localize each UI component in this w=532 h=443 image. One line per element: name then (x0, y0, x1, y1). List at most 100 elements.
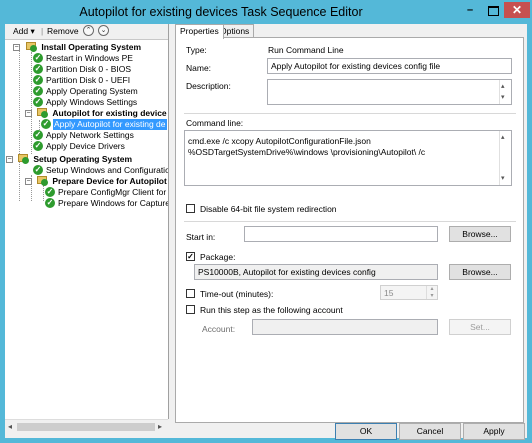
tree-group-setup-os[interactable]: − Setup Operating System (6, 154, 133, 165)
properties-page: Type: Run Command Line Name: Apply Autop… (175, 37, 524, 423)
tree-step[interactable]: ✓ Partition Disk 0 - UEFI (33, 75, 131, 86)
start-in-browse-button[interactable]: Browse... (449, 226, 511, 242)
check-icon: ✓ (33, 130, 43, 140)
check-icon: ✓ (33, 165, 43, 175)
tree-connector (19, 48, 20, 156)
check-icon: ✓ (41, 119, 51, 129)
title-bar[interactable]: Autopilot for existing devices Task Sequ… (0, 0, 532, 24)
check-icon: ✓ (33, 97, 43, 107)
account-label: Account: (202, 324, 236, 334)
minimize-button[interactable]: – (458, 2, 482, 18)
dropdown-arrow-icon: ▾ (30, 26, 35, 36)
scrollbar-thumb[interactable] (17, 423, 155, 431)
maximize-button[interactable] (482, 2, 504, 18)
run-as-checkbox[interactable] (186, 305, 195, 314)
scroll-left-icon[interactable]: ◂ (8, 422, 12, 431)
command-line-input[interactable]: cmd.exe /c xcopy AutopilotConfigurationF… (184, 130, 512, 186)
tree-step-label: Apply Operating System (46, 86, 138, 96)
tree-step-label: Apply Network Settings (46, 130, 134, 140)
tree-connector (43, 185, 44, 201)
apply-button[interactable]: Apply (463, 423, 525, 440)
maximize-icon (487, 6, 499, 16)
tab-properties[interactable]: Properties (175, 24, 224, 39)
toolbar-separator: | (41, 26, 44, 36)
tree-step[interactable]: ✓ Apply Operating System (33, 86, 139, 97)
timeout-spinner[interactable]: 15 ▴ ▾ (380, 285, 438, 300)
package-field: PS10000B, Autopilot for existing devices… (194, 264, 438, 280)
run-as-label: Run this step as the following account (200, 305, 343, 315)
name-input[interactable]: Apply Autopilot for existing devices con… (267, 58, 512, 74)
tree-step[interactable]: ✓ Prepare Windows for Capture (45, 198, 168, 209)
task-sequence-tree: − Install Operating System ✓ Restart in W… (5, 40, 168, 419)
collapse-icon[interactable]: − (25, 178, 32, 185)
collapse-icon[interactable]: − (13, 44, 20, 51)
tree-step[interactable]: ✓ Apply Device Drivers (33, 141, 126, 152)
check-icon: ✓ (33, 64, 43, 74)
package-checkbox[interactable]: ✓ (186, 252, 195, 261)
timeout-value: 15 (384, 288, 394, 298)
group-folder-icon (26, 42, 38, 52)
move-up-icon[interactable]: ⌃ (83, 25, 94, 36)
spinner-arrows-icon[interactable]: ▴ ▾ (426, 286, 437, 299)
tree-step[interactable]: ✓ Partition Disk 0 - BIOS (33, 64, 132, 75)
group-folder-icon (37, 108, 49, 118)
group-folder-icon (37, 176, 49, 186)
ok-button[interactable]: OK (335, 423, 397, 440)
account-input (252, 319, 438, 335)
tree-step-selected[interactable]: ✓ Apply Autopilot for existing de (41, 119, 167, 130)
tree-step-label: Prepare Windows for Capture (58, 198, 168, 208)
disable-redirection-label: Disable 64-bit file system redirection (200, 204, 337, 214)
tree-horizontal-scrollbar[interactable]: ◂ ▸ (5, 419, 168, 434)
separator (184, 221, 516, 222)
check-icon: ✓ (33, 75, 43, 85)
collapse-icon[interactable]: − (6, 156, 13, 163)
tree-group-label: Autopilot for existing device (52, 108, 167, 118)
cancel-button[interactable]: Cancel (399, 423, 461, 440)
tree-group-label: Install Operating System (41, 42, 142, 52)
check-icon: ✓ (45, 187, 55, 197)
tree-step[interactable]: ✓ Restart in Windows PE (33, 53, 134, 64)
type-value: Run Command Line (268, 45, 344, 55)
disable-redirection-checkbox[interactable] (186, 204, 195, 213)
tree-toolbar: Add ▾ | Remove ⌃ ⌄ (5, 24, 168, 40)
add-menu-button[interactable]: Add ▾ (13, 26, 35, 37)
timeout-checkbox[interactable] (186, 289, 195, 298)
tree-step-label: Prepare ConfigMgr Client for C (58, 187, 168, 197)
timeout-label: Time-out (minutes): (200, 289, 274, 299)
name-label: Name: (186, 63, 212, 73)
add-label: Add (13, 26, 29, 36)
tree-step[interactable]: ✓ Apply Windows Settings (33, 97, 138, 108)
scroll-right-icon[interactable]: ▸ (158, 422, 162, 431)
tree-step-label: Apply Windows Settings (46, 97, 138, 107)
check-icon: ✓ (45, 198, 55, 208)
check-icon: ✓ (33, 86, 43, 96)
description-input[interactable]: ▴ ▾ (267, 79, 512, 105)
tree-connector (39, 120, 40, 130)
package-browse-button[interactable]: Browse... (449, 264, 511, 280)
tree-step[interactable]: ✓ Apply Network Settings (33, 130, 135, 141)
close-button[interactable]: ✕ (504, 2, 530, 18)
description-label: Description: (186, 81, 231, 91)
start-in-label: Start in: (186, 232, 216, 242)
set-account-button[interactable]: Set... (449, 319, 511, 335)
command-line-scrollbar[interactable]: ▴ ▾ (499, 131, 511, 185)
collapse-icon[interactable]: − (25, 110, 32, 117)
editor-client-area: Add ▾ | Remove ⌃ ⌄ − Install Operating S (5, 24, 527, 440)
task-sequence-tree-panel: Add ▾ | Remove ⌃ ⌄ − Install Operating S (5, 24, 169, 434)
tree-connector (31, 52, 32, 154)
tree-connector (19, 161, 20, 201)
move-down-icon[interactable]: ⌄ (98, 25, 109, 36)
window-title: Autopilot for existing devices Task Sequ… (79, 5, 363, 19)
tree-group-install-os[interactable]: − Install Operating System (13, 42, 142, 53)
tree-group-label: Setup Operating System (33, 154, 133, 164)
tree-step[interactable]: ✓ Setup Windows and Configuration (33, 165, 168, 176)
tree-group-prepare-device[interactable]: − Prepare Device for Autopilot (25, 176, 168, 187)
tree-group-autopilot[interactable]: − Autopilot for existing device (25, 108, 168, 119)
group-folder-icon (18, 154, 30, 164)
package-label: Package: (200, 252, 236, 262)
remove-button[interactable]: Remove (47, 26, 79, 36)
description-scrollbar[interactable]: ▴ ▾ (499, 80, 511, 104)
tree-step[interactable]: ✓ Prepare ConfigMgr Client for C (45, 187, 168, 198)
tree-step-label: Restart in Windows PE (46, 53, 133, 63)
start-in-input[interactable] (244, 226, 438, 242)
